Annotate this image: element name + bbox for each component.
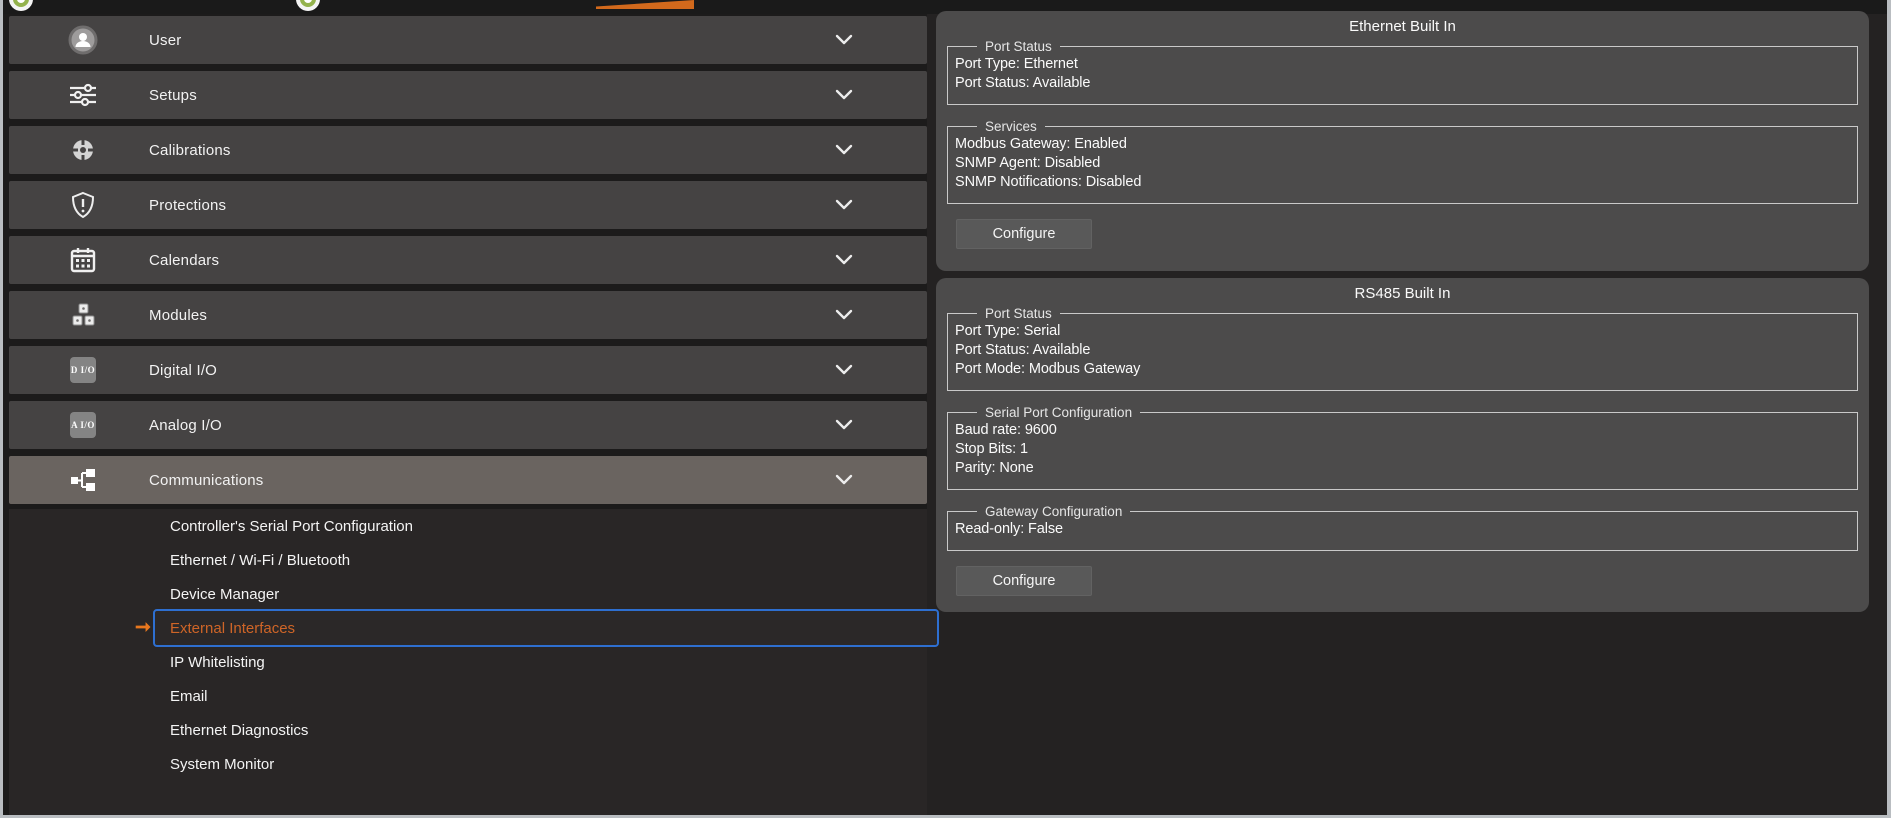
port-status-value: Port Status: Available (955, 341, 1849, 360)
calendar-icon (68, 245, 98, 275)
chevron-down-icon[interactable] (831, 305, 857, 325)
configure-ethernet-button[interactable]: Configure (956, 219, 1092, 249)
port-mode-value: Port Mode: Modbus Gateway (955, 360, 1849, 379)
submenu-item-ip-whitelisting[interactable]: IP Whitelisting (9, 646, 927, 680)
sidebar-item-setups[interactable]: Setups (9, 71, 927, 119)
sidebar-item-label: Analog I/O (149, 417, 222, 434)
active-item-arrow-icon: ➞ (135, 616, 151, 639)
user-icon (68, 25, 98, 55)
sidebar-item-user[interactable]: User (9, 16, 927, 64)
submenu-item-controllers-serial-port-configuration[interactable]: Controller's Serial Port Configuration (9, 510, 927, 544)
sidebar-item-protections[interactable]: Protections (9, 181, 927, 229)
chevron-down-icon[interactable] (831, 250, 857, 270)
modbus-gateway-value: Modbus Gateway: Enabled (955, 135, 1849, 154)
sidebar-item-modules[interactable]: Modules (9, 291, 927, 339)
rs485-built-in-panel: RS485 Built In Port Status Port Type: Se… (936, 278, 1869, 612)
snmp-notifications-value: SNMP Notifications: Disabled (955, 173, 1849, 192)
gateway-configuration-fieldset: Gateway Configuration Read-only: False (947, 504, 1858, 551)
sidebar-item-label: Digital I/O (149, 362, 217, 379)
target-icon (68, 135, 98, 165)
baud-rate-value: Baud rate: 9600 (955, 421, 1849, 440)
gauge-indicator-icon (9, 0, 33, 11)
sidebar-item-label: Modules (149, 307, 207, 324)
sidebar-item-label: Communications (149, 472, 264, 489)
needle-wedge-icon (596, 0, 694, 9)
panel-title: Ethernet Built In (936, 11, 1869, 35)
port-type-value: Port Type: Ethernet (955, 55, 1849, 74)
sidebar-item-label: Calendars (149, 252, 219, 269)
port-status-fieldset: Port Status Port Type: Serial Port Statu… (947, 306, 1858, 391)
analog-io-badge-icon: A I/O (68, 410, 98, 440)
parity-value: Parity: None (955, 459, 1849, 478)
submenu-item-device-manager[interactable]: Device Manager (9, 578, 927, 612)
fieldset-legend: Services (977, 119, 1045, 134)
cubes-icon (68, 300, 98, 330)
submenu-item-ethernet-diagnostics[interactable]: Ethernet Diagnostics (9, 714, 927, 748)
sliders-icon (68, 80, 98, 110)
chevron-down-icon[interactable] (831, 85, 857, 105)
app-window: { "colors": { "accent_orange": "#cf6527"… (0, 0, 1891, 818)
panel-title: RS485 Built In (936, 278, 1869, 302)
submenu-item-external-interfaces[interactable]: ➞ External Interfaces (153, 609, 939, 647)
shield-alert-icon (68, 190, 98, 220)
chevron-down-icon[interactable] (831, 360, 857, 380)
chevron-down-icon[interactable] (831, 140, 857, 160)
sidebar-item-label: Calibrations (149, 142, 231, 159)
sidebar-item-calibrations[interactable]: Calibrations (9, 126, 927, 174)
chevron-down-icon[interactable] (831, 470, 857, 490)
sidebar-item-digital-io[interactable]: D I/O Digital I/O (9, 346, 927, 394)
services-fieldset: Services Modbus Gateway: Enabled SNMP Ag… (947, 119, 1858, 204)
submenu-item-email[interactable]: Email (9, 680, 927, 714)
port-status-value: Port Status: Available (955, 74, 1849, 93)
chevron-down-icon[interactable] (831, 195, 857, 215)
digital-io-badge-icon: D I/O (68, 355, 98, 385)
ethernet-built-in-panel: Ethernet Built In Port Status Port Type:… (936, 11, 1869, 271)
sidebar-item-label: User (149, 32, 181, 49)
sidebar-item-calendars[interactable]: Calendars (9, 236, 927, 284)
submenu-item-ethernet-wifi-bluetooth[interactable]: Ethernet / Wi-Fi / Bluetooth (9, 544, 927, 578)
fieldset-legend: Serial Port Configuration (977, 405, 1140, 420)
read-only-value: Read-only: False (955, 520, 1849, 539)
serial-port-configuration-fieldset: Serial Port Configuration Baud rate: 960… (947, 405, 1858, 490)
gauge-indicator-icon (296, 0, 320, 11)
submenu-item-system-monitor[interactable]: System Monitor (9, 748, 927, 782)
configure-rs485-button[interactable]: Configure (956, 566, 1092, 596)
sidebar-item-label: Protections (149, 197, 226, 214)
fieldset-legend: Gateway Configuration (977, 504, 1130, 519)
stop-bits-value: Stop Bits: 1 (955, 440, 1849, 459)
network-icon (68, 465, 98, 495)
sidebar-item-analog-io[interactable]: A I/O Analog I/O (9, 401, 927, 449)
port-status-fieldset: Port Status Port Type: Ethernet Port Sta… (947, 39, 1858, 105)
fieldset-legend: Port Status (977, 39, 1060, 54)
port-type-value: Port Type: Serial (955, 322, 1849, 341)
communications-submenu: Controller's Serial Port Configuration E… (9, 509, 927, 815)
chevron-down-icon[interactable] (831, 30, 857, 50)
snmp-agent-value: SNMP Agent: Disabled (955, 154, 1849, 173)
sidebar-item-communications[interactable]: Communications (9, 456, 927, 504)
chevron-down-icon[interactable] (831, 415, 857, 435)
sidebar-item-label: Setups (149, 87, 197, 104)
fieldset-legend: Port Status (977, 306, 1060, 321)
